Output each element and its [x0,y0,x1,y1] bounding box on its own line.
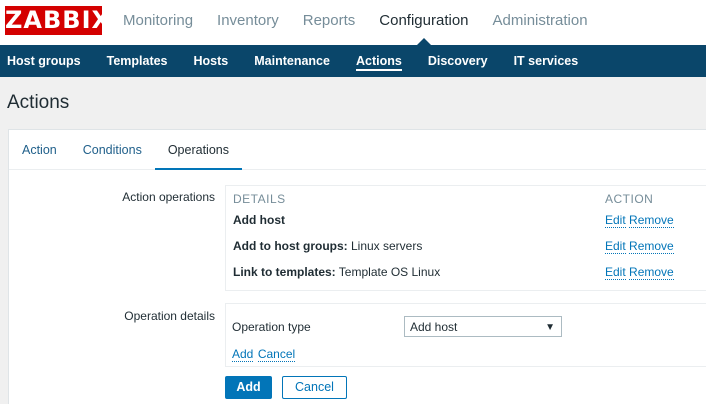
top-bar: ZABBIX Monitoring Inventory Reports Conf… [0,0,706,45]
operation-row: Link to templates: Template OS Linux [233,265,440,279]
operation-row-actions: Edit Remove [605,265,674,280]
operation-details-label: Operation details [124,309,215,323]
top-nav-monitoring[interactable]: Monitoring [111,0,205,45]
zabbix-logo[interactable]: ZABBIX [5,6,110,35]
operation-details-box: Operation type Add host ▼ Add Cancel [225,303,706,367]
sub-nav-it-services[interactable]: IT services [501,45,592,77]
add-operation-link[interactable]: Add [232,347,254,362]
sub-nav-actions[interactable]: Actions [343,45,415,77]
operation-type-value: Add host [410,320,458,334]
tab-operations[interactable]: Operations [154,130,242,170]
active-caret-icon [416,38,431,45]
top-nav-administration[interactable]: Administration [481,0,600,45]
sub-nav: Host groups Templates Hosts Maintenance … [0,45,706,77]
remove-link[interactable]: Remove [629,265,674,280]
cancel-button[interactable]: Cancel [282,376,347,399]
tab-conditions[interactable]: Conditions [70,130,155,169]
action-operations-label: Action operations [122,190,215,204]
edit-link[interactable]: Edit [605,213,626,228]
top-nav-configuration[interactable]: Configuration [367,0,480,45]
remove-link[interactable]: Remove [629,213,674,228]
operation-type-label: Operation type [232,320,311,334]
remove-link[interactable]: Remove [629,239,674,254]
tab-bar: Action Conditions Operations [9,130,706,170]
tab-action[interactable]: Action [9,130,70,169]
operation-row-value: Template OS Linux [335,265,441,279]
action-operations-table: DETAILS ACTION Add host Edit Remove Add … [225,185,706,291]
operation-row-title: Add to host groups: [233,239,348,253]
sub-nav-maintenance[interactable]: Maintenance [241,45,343,77]
operation-row-title: Link to templates: [233,265,336,279]
add-button[interactable]: Add [225,376,272,399]
operation-row: Add host [233,213,285,227]
operation-type-select[interactable]: Add host ▼ [404,316,562,337]
sub-nav-hosts[interactable]: Hosts [181,45,242,77]
dropdown-arrow-icon: ▼ [545,322,555,333]
top-nav: Monitoring Inventory Reports Configurati… [111,0,600,45]
operation-details-links: Add Cancel [232,345,296,363]
top-nav-configuration-label: Configuration [379,12,469,29]
operation-row-title: Add host [233,213,285,227]
action-form-panel: Action Conditions Operations Action oper… [8,129,706,404]
details-column-header: DETAILS [233,192,286,206]
page-title: Actions [7,92,70,113]
sub-nav-discovery[interactable]: Discovery [415,45,501,77]
edit-link[interactable]: Edit [605,265,626,280]
edit-link[interactable]: Edit [605,239,626,254]
operation-row-actions: Edit Remove [605,239,674,254]
operation-row-value: Linux servers [347,239,423,253]
sub-nav-templates[interactable]: Templates [94,45,181,77]
action-column-header: ACTION [605,192,654,206]
operation-row-actions: Edit Remove [605,213,674,228]
sub-nav-host-groups[interactable]: Host groups [0,45,94,77]
operation-row: Add to host groups: Linux servers [233,239,422,253]
cancel-operation-link[interactable]: Cancel [257,347,296,362]
top-nav-inventory[interactable]: Inventory [205,0,291,45]
top-nav-reports[interactable]: Reports [291,0,368,45]
